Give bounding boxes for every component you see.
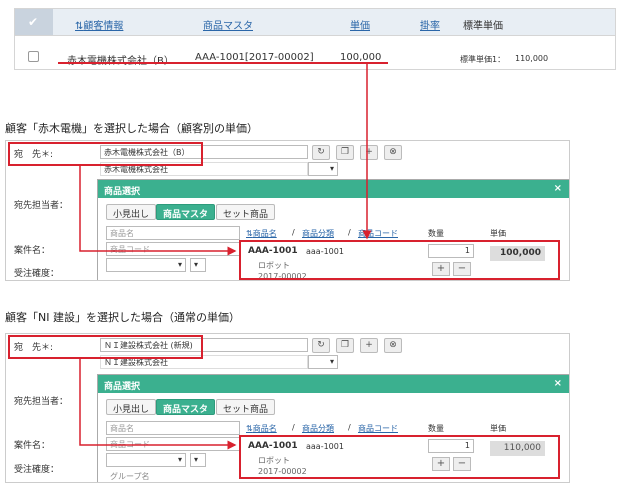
annotation-arrows	[79, 64, 372, 450]
arrow-dest1-to-item	[79, 165, 237, 256]
arrow-dest2-to-item	[79, 358, 237, 450]
